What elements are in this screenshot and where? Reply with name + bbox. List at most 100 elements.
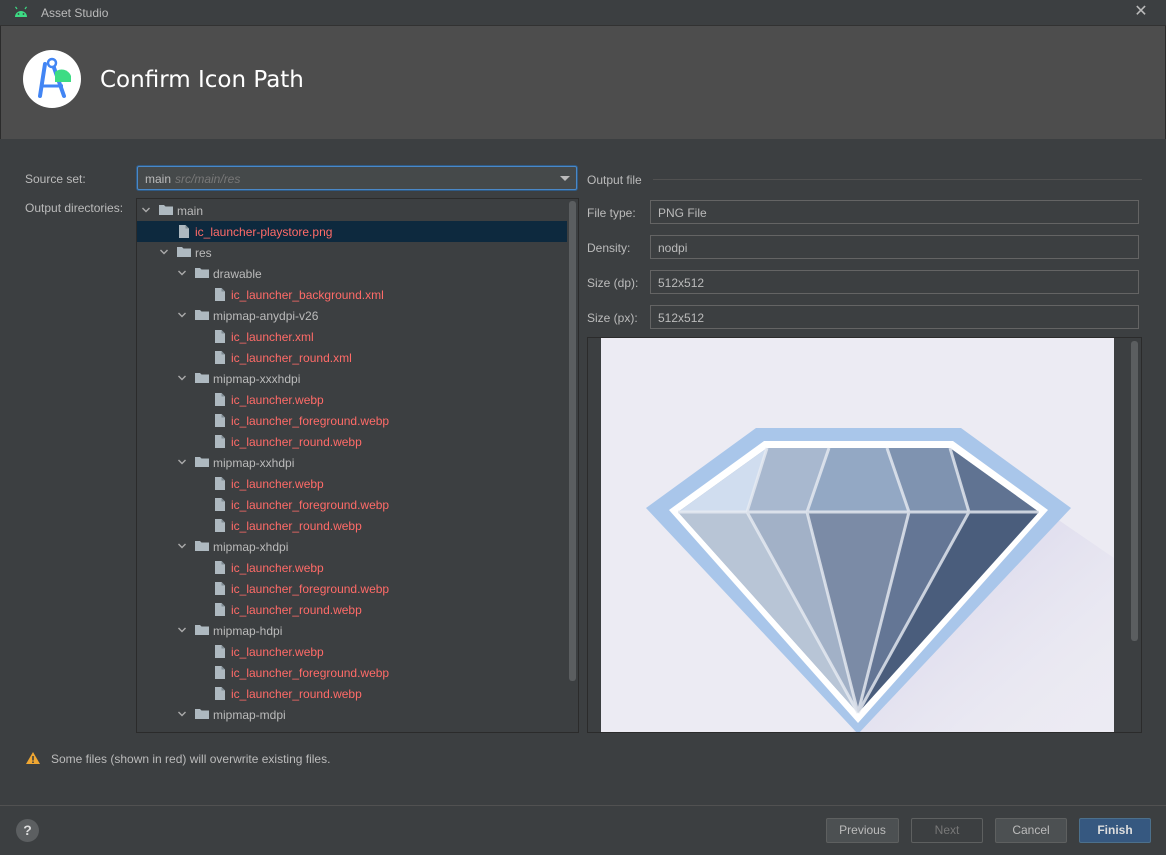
file-type-value: PNG File bbox=[658, 206, 707, 220]
size-px-field: 512x512 bbox=[650, 305, 1139, 329]
tree-file-label: ic_launcher_foreground.webp bbox=[231, 666, 390, 680]
tree-file-row[interactable]: ic_launcher_round.webp bbox=[137, 515, 567, 536]
tree-file-label: ic_launcher_round.webp bbox=[231, 603, 362, 617]
tree-file-row[interactable]: ic_launcher_foreground.webp bbox=[137, 410, 567, 431]
previous-button[interactable]: Previous bbox=[826, 818, 899, 843]
file-icon bbox=[215, 351, 225, 364]
size-dp-value: 512x512 bbox=[658, 276, 705, 290]
tree-folder-row[interactable]: mipmap-xhdpi bbox=[137, 536, 567, 557]
tree-folder-row[interactable]: mipmap-xxhdpi bbox=[137, 452, 567, 473]
size-px-label: Size (px): bbox=[587, 311, 638, 325]
tree-folder-row[interactable]: drawable bbox=[137, 263, 567, 284]
tree-folder-label: mipmap-anydpi-v26 bbox=[213, 309, 319, 323]
section-divider bbox=[653, 179, 1142, 180]
tree-file-row[interactable]: ic_launcher.xml bbox=[137, 326, 567, 347]
folder-icon bbox=[195, 541, 209, 551]
tree-file-row[interactable]: ic_launcher.webp bbox=[137, 473, 567, 494]
preview-scrollbar[interactable] bbox=[1131, 341, 1138, 641]
output-directories-tree[interactable]: main ic_launcher-playstore.png res drawable… bbox=[136, 198, 579, 733]
size-px-value: 512x512 bbox=[658, 311, 705, 325]
overwrite-warning: Some files (shown in red) will overwrite… bbox=[25, 751, 330, 768]
tree-folder-label: mipmap-xxxhdpi bbox=[213, 372, 301, 386]
chevron-down-icon bbox=[560, 176, 570, 181]
tree-file-row[interactable]: ic_launcher_round.webp bbox=[137, 683, 567, 704]
android-icon bbox=[15, 6, 27, 17]
tree-folder-row[interactable]: res bbox=[137, 242, 567, 263]
file-icon bbox=[215, 645, 225, 658]
tree-file-row[interactable]: ic_launcher.webp bbox=[137, 557, 567, 578]
tree-file-label: ic_launcher.webp bbox=[231, 477, 324, 491]
output-file-title: Output file bbox=[587, 173, 642, 187]
android-studio-logo bbox=[23, 50, 81, 108]
tree-file-row[interactable]: ic_launcher_foreground.webp bbox=[137, 578, 567, 599]
folder-icon bbox=[195, 373, 209, 383]
file-icon bbox=[215, 687, 225, 700]
tree-folder-label: mipmap-xxhdpi bbox=[213, 456, 295, 470]
cancel-button[interactable]: Cancel bbox=[995, 818, 1067, 843]
tree-file-label: ic_launcher.webp bbox=[231, 645, 324, 659]
tree-file-row[interactable]: ic_launcher_foreground.webp bbox=[137, 662, 567, 683]
file-icon bbox=[179, 225, 189, 238]
chevron-down-icon[interactable] bbox=[141, 205, 151, 215]
density-value: nodpi bbox=[658, 241, 688, 255]
chevron-down-icon[interactable] bbox=[177, 709, 187, 719]
file-icon bbox=[215, 603, 225, 616]
tree-file-row[interactable]: ic_launcher_round.webp bbox=[137, 599, 567, 620]
tree-file-label: ic_launcher_round.xml bbox=[231, 351, 352, 365]
tree-scrollbar[interactable] bbox=[569, 201, 576, 681]
source-set-hint: src/main/res bbox=[175, 172, 241, 186]
tree-file-row[interactable]: ic_launcher_round.webp bbox=[137, 431, 567, 452]
file-icon bbox=[215, 666, 225, 679]
chevron-down-icon[interactable] bbox=[177, 373, 187, 383]
file-icon bbox=[215, 582, 225, 595]
tree-file-row[interactable]: ic_launcher.webp bbox=[137, 389, 567, 410]
tree-file-label: ic_launcher_round.webp bbox=[231, 519, 362, 533]
chevron-down-icon[interactable] bbox=[177, 268, 187, 278]
tree-file-label: ic_launcher.xml bbox=[231, 330, 314, 344]
tree-file-row[interactable]: ic_launcher.webp bbox=[137, 641, 567, 662]
file-icon bbox=[215, 288, 225, 301]
chevron-down-icon[interactable] bbox=[177, 541, 187, 551]
icon-preview-panel[interactable] bbox=[587, 337, 1142, 733]
folder-icon bbox=[177, 247, 191, 257]
output-directories-label: Output directories: bbox=[25, 201, 124, 215]
file-icon bbox=[215, 330, 225, 343]
tree-file-row[interactable]: ic_launcher_round.xml bbox=[137, 347, 567, 368]
tree-folder-row[interactable]: mipmap-xxxhdpi bbox=[137, 368, 567, 389]
window-title: Asset Studio bbox=[41, 6, 109, 20]
tree-file-row[interactable]: ic_launcher-playstore.png bbox=[137, 221, 567, 242]
file-icon bbox=[215, 561, 225, 574]
chevron-down-icon[interactable] bbox=[177, 457, 187, 467]
help-button[interactable]: ? bbox=[16, 819, 39, 842]
diamond-icon bbox=[646, 428, 1114, 732]
tree-file-row[interactable]: ic_launcher_background.xml bbox=[137, 284, 567, 305]
size-dp-field: 512x512 bbox=[650, 270, 1139, 294]
file-type-field: PNG File bbox=[650, 200, 1139, 224]
tree-folder-row[interactable]: mipmap-hdpi bbox=[137, 620, 567, 641]
tree-folder-row[interactable]: main bbox=[137, 200, 567, 221]
close-icon[interactable]: ✕ bbox=[1132, 3, 1150, 21]
chevron-down-icon[interactable] bbox=[177, 625, 187, 635]
tree-file-label: ic_launcher_foreground.webp bbox=[231, 414, 390, 428]
tree-file-label: ic_launcher_foreground.webp bbox=[231, 582, 390, 596]
file-icon bbox=[215, 477, 225, 490]
folder-icon bbox=[195, 268, 209, 278]
tree-file-label: ic_launcher_round.webp bbox=[231, 687, 362, 701]
next-button[interactable]: Next bbox=[911, 818, 983, 843]
folder-icon bbox=[195, 625, 209, 635]
finish-button[interactable]: Finish bbox=[1079, 818, 1151, 843]
tree-file-label: ic_launcher_background.xml bbox=[231, 288, 384, 302]
wizard-header: Confirm Icon Path bbox=[0, 26, 1166, 139]
source-set-dropdown[interactable]: main src/main/res bbox=[137, 166, 577, 190]
chevron-down-icon[interactable] bbox=[177, 310, 187, 320]
tree-folder-row[interactable]: mipmap-anydpi-v26 bbox=[137, 305, 567, 326]
tree-file-row[interactable]: ic_launcher_foreground.webp bbox=[137, 494, 567, 515]
chevron-down-icon[interactable] bbox=[159, 247, 169, 257]
density-field: nodpi bbox=[650, 235, 1139, 259]
folder-icon bbox=[195, 709, 209, 719]
tree-folder-row[interactable]: mipmap-mdpi bbox=[137, 704, 567, 725]
main-content: Source set: main src/main/res Output dire… bbox=[0, 139, 1166, 805]
tree-folder-label: mipmap-hdpi bbox=[213, 624, 283, 638]
title-bar: Asset Studio ✕ bbox=[0, 0, 1166, 26]
tree-folder-label: main bbox=[177, 204, 204, 218]
